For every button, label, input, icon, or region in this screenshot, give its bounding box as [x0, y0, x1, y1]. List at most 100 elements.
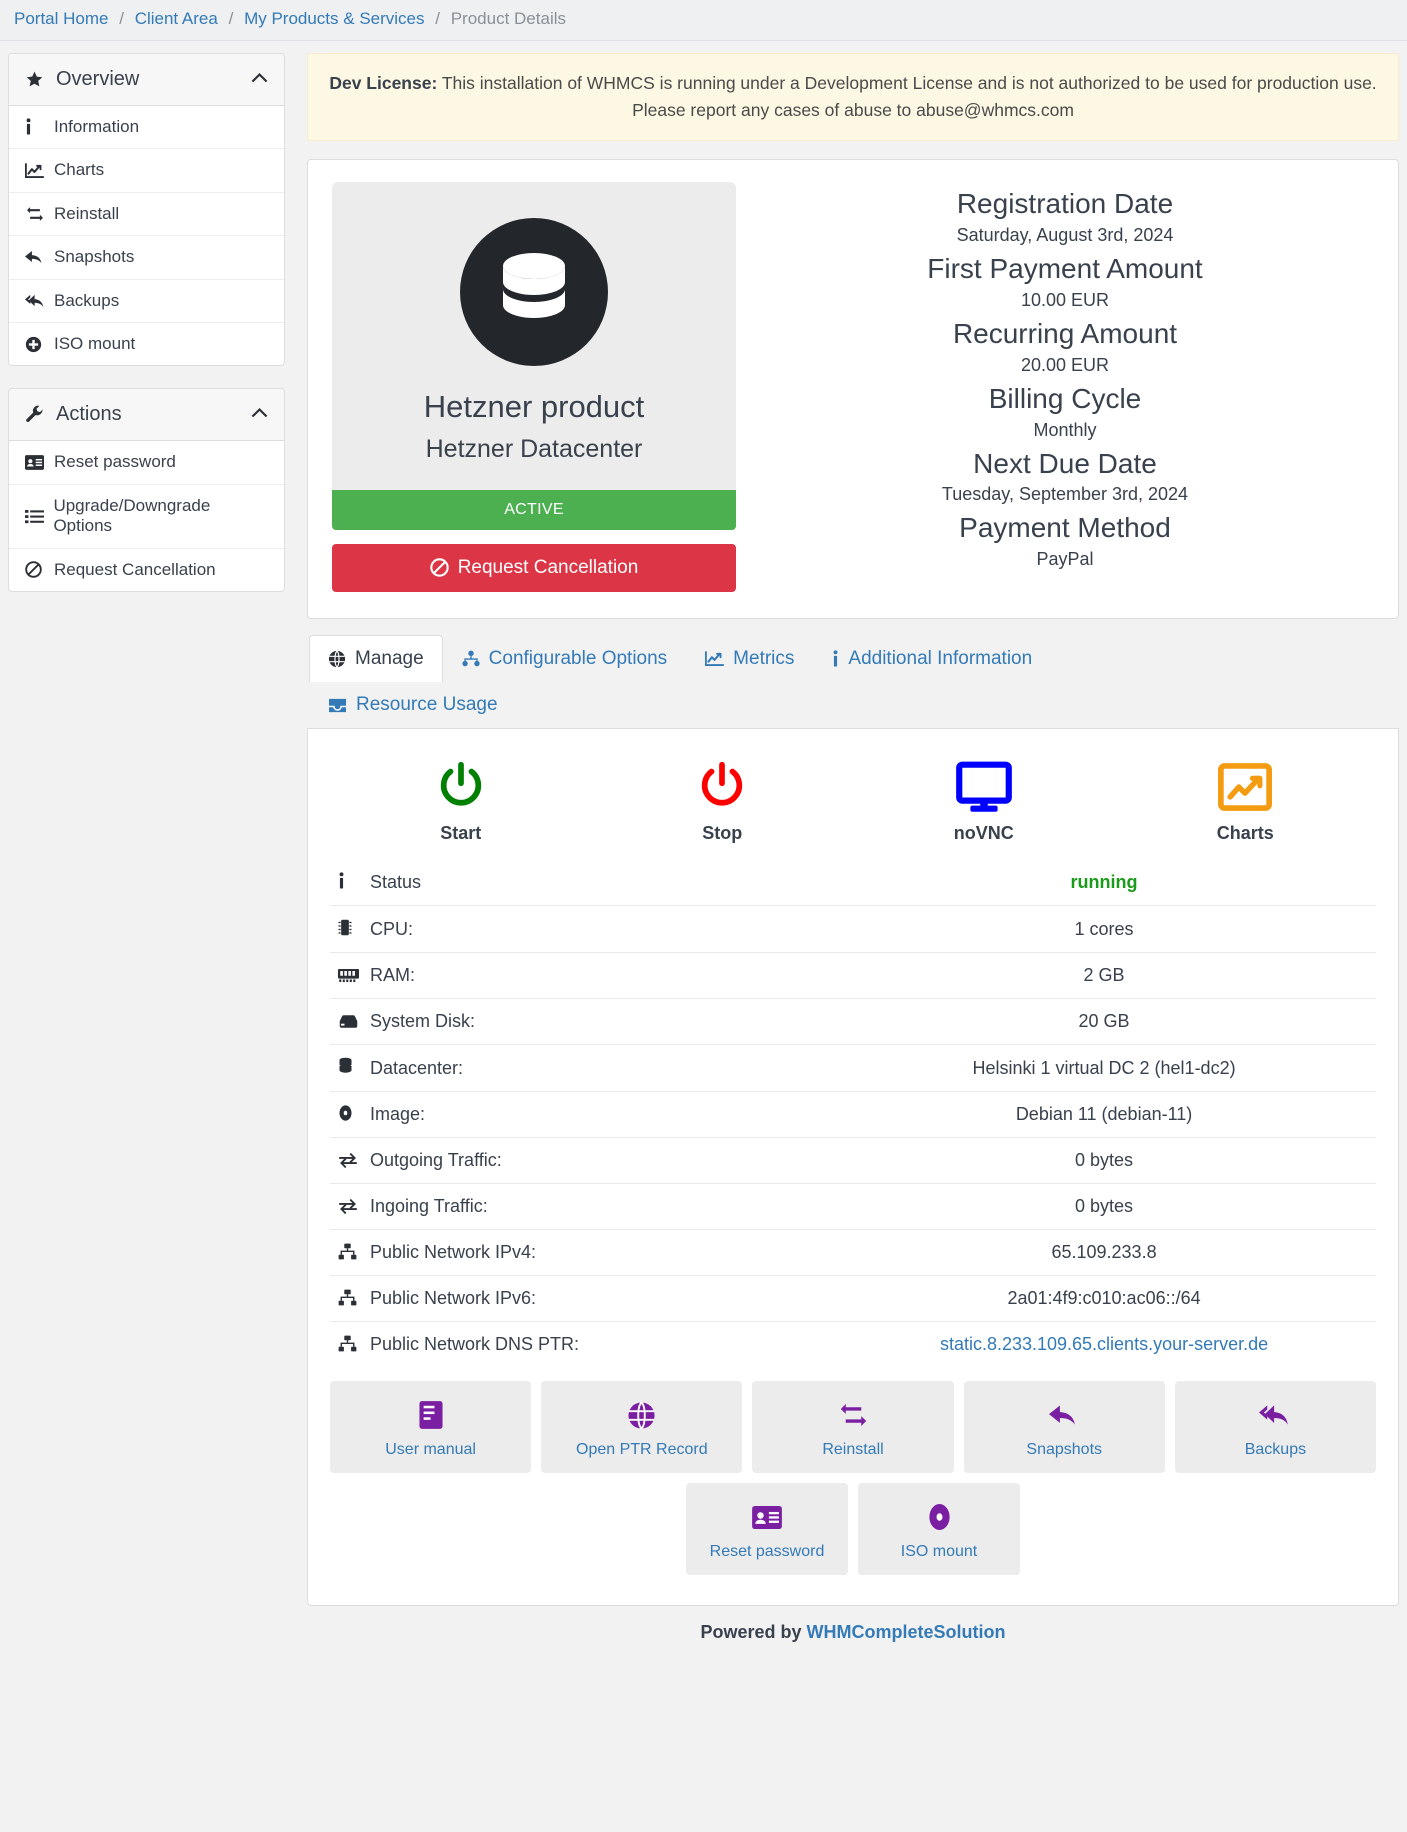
breadcrumb-item-product-details: Product Details — [450, 9, 566, 28]
recurring-amount-label: Recurring Amount — [952, 318, 1178, 349]
sidebar-panel-overview-header[interactable]: Overview — [9, 54, 284, 107]
network-icon — [338, 1335, 364, 1352]
quick-action-start[interactable]: Start — [330, 755, 592, 844]
sidebar: Overview Information Charts Reinstall Sn… — [8, 53, 285, 614]
network-icon — [338, 1243, 364, 1260]
tab-manage[interactable]: Manage — [309, 634, 443, 683]
table-row: Status running — [330, 860, 1376, 906]
id-card-icon — [692, 1499, 842, 1535]
tab-resource-usage[interactable]: Resource Usage — [309, 681, 517, 729]
table-row: Public Network IPv6: 2a01:4f9:c010:ac06:… — [330, 1275, 1376, 1322]
info-key-public-network-ipv4: Public Network IPv4: — [330, 1230, 832, 1276]
table-row: CPU: 1 cores — [330, 905, 1376, 953]
info-key-image: Image: — [330, 1092, 832, 1138]
sidebar-item-backups[interactable]: Backups — [9, 280, 284, 324]
tile-reinstall[interactable]: Reinstall — [752, 1381, 954, 1474]
tile-open-ptr-record[interactable]: Open PTR Record — [541, 1381, 743, 1474]
info-value-datacenter: Helsinki 1 virtual DC 2 (hel1-dc2) — [972, 1057, 1236, 1078]
info-key-datacenter: Datacenter: — [330, 1045, 832, 1092]
tile-label: Open PTR Record — [576, 1441, 708, 1459]
sidebar-panel-overview-title: Overview — [56, 68, 140, 91]
billing-summary: Registration Date Saturday, August 3rd, … — [736, 182, 1374, 591]
info-key-public-network-ipv6: Public Network IPv6: — [330, 1276, 832, 1322]
tile-user-manual[interactable]: User manual — [330, 1381, 532, 1474]
tile-label: ISO mount — [900, 1543, 978, 1561]
sidebar-item-iso-mount[interactable]: ISO mount — [9, 323, 284, 365]
sidebar-panel-overview: Overview Information Charts Reinstall Sn… — [8, 53, 285, 367]
sidebar-item-label: Information — [54, 117, 140, 137]
sidebar-item-request-cancellation[interactable]: Request Cancellation — [9, 549, 284, 591]
sidebar-item-snapshots[interactable]: Snapshots — [9, 236, 284, 280]
power-icon — [592, 759, 854, 815]
list-icon — [25, 509, 46, 524]
quick-action-charts[interactable]: Charts — [1115, 755, 1377, 844]
retweet-icon — [25, 206, 47, 222]
power-icon — [330, 759, 592, 815]
breadcrumb-item-client-area[interactable]: Client Area — [135, 9, 218, 28]
tile-reset-password[interactable]: Reset password — [686, 1483, 848, 1576]
tab-metrics[interactable]: Metrics — [686, 635, 813, 683]
sidebar-item-label: Upgrade/Downgrade Options — [53, 495, 211, 536]
tile-backups[interactable]: Backups — [1174, 1381, 1377, 1474]
tile-iso-mount[interactable]: ISO mount — [858, 1483, 1020, 1576]
book-icon — [336, 1397, 525, 1433]
first-payment-amount-value: 10.00 EUR — [1020, 290, 1110, 310]
info-key-label: Status — [370, 872, 422, 893]
memory-icon — [338, 968, 364, 983]
tab-label: Resource Usage — [356, 694, 498, 716]
main-content: Dev License: This installation of WHMCS … — [307, 53, 1399, 1653]
action-tiles-row-2: Reset password ISO mount — [330, 1483, 1376, 1576]
tab-additional-information[interactable]: Additional Information — [813, 635, 1051, 683]
exchange-icon — [338, 1199, 364, 1215]
sidebar-panel-actions-header[interactable]: Actions — [9, 389, 284, 442]
info-key-label: Public Network IPv4: — [370, 1242, 537, 1263]
tab-configurable-options[interactable]: Configurable Options — [443, 635, 687, 683]
tab-label: Metrics — [733, 647, 795, 669]
quick-action-stop[interactable]: Stop — [592, 755, 854, 844]
sitemap-icon — [462, 650, 480, 667]
sidebar-item-label: Snapshots — [54, 247, 135, 267]
dns-ptr-link[interactable]: static.8.233.109.65.clients.your-server.… — [940, 1334, 1268, 1354]
breadcrumb-separator: / — [119, 9, 124, 28]
billing-cycle-label: Billing Cycle — [988, 382, 1142, 414]
info-value-ingoing-traffic: 0 bytes — [1075, 1196, 1134, 1217]
tab-label: Configurable Options — [488, 647, 668, 669]
registration-date-value: Saturday, August 3rd, 2024 — [956, 225, 1174, 246]
globe-icon — [328, 650, 346, 668]
retweet-icon — [758, 1397, 947, 1433]
tile-snapshots[interactable]: Snapshots — [963, 1381, 1165, 1474]
billing-cycle-value: Monthly — [1033, 419, 1097, 440]
dev-license-label: Dev License: — [329, 73, 438, 94]
tab-label: Additional Information — [848, 647, 1033, 669]
info-value-system-disk: 20 GB — [1078, 1011, 1130, 1032]
chevron-up-icon[interactable] — [251, 71, 268, 88]
request-cancellation-button[interactable]: Request Cancellation — [332, 543, 736, 592]
tab-row-second: Resource Usage — [309, 681, 1399, 728]
sidebar-panel-actions-title: Actions — [56, 403, 122, 426]
sidebar-item-label: Backups — [54, 290, 120, 310]
quick-action-novnc[interactable]: noVNC — [853, 755, 1115, 844]
tile-label: User manual — [385, 1441, 476, 1459]
breadcrumb-item-portal-home[interactable]: Portal Home — [14, 9, 108, 28]
reply-all-icon — [1181, 1397, 1370, 1433]
sidebar-item-information[interactable]: Information — [9, 106, 284, 150]
plus-circle-icon — [25, 336, 47, 353]
sidebar-item-reinstall[interactable]: Reinstall — [9, 193, 284, 237]
info-key-outgoing-traffic: Outgoing Traffic: — [330, 1138, 832, 1184]
sidebar-item-reset-password[interactable]: Reset password — [9, 441, 284, 485]
sidebar-item-charts[interactable]: Charts — [9, 149, 284, 193]
product-name: Hetzner product — [423, 389, 645, 425]
breadcrumb-item-my-products-services[interactable]: My Products & Services — [244, 9, 424, 28]
footer-link[interactable]: WHMCompleteSolution — [807, 1622, 1006, 1642]
breadcrumb: Portal Home / Client Area / My Products … — [0, 0, 1407, 42]
tile-label: Reset password — [709, 1543, 825, 1561]
sidebar-item-upgrade-downgrade-options[interactable]: Upgrade/Downgrade Options — [9, 485, 284, 549]
wrench-icon — [25, 405, 44, 424]
desktop-icon — [853, 759, 1115, 815]
id-card-icon — [25, 455, 47, 470]
payment-method-value: PayPal — [1036, 549, 1094, 570]
info-key-label: CPU: — [370, 919, 414, 940]
product-summary-card: Hetzner product Hetzner Datacenter ACTIV… — [307, 159, 1399, 619]
chevron-up-icon[interactable] — [251, 406, 268, 423]
product-group: Hetzner Datacenter — [425, 434, 643, 463]
